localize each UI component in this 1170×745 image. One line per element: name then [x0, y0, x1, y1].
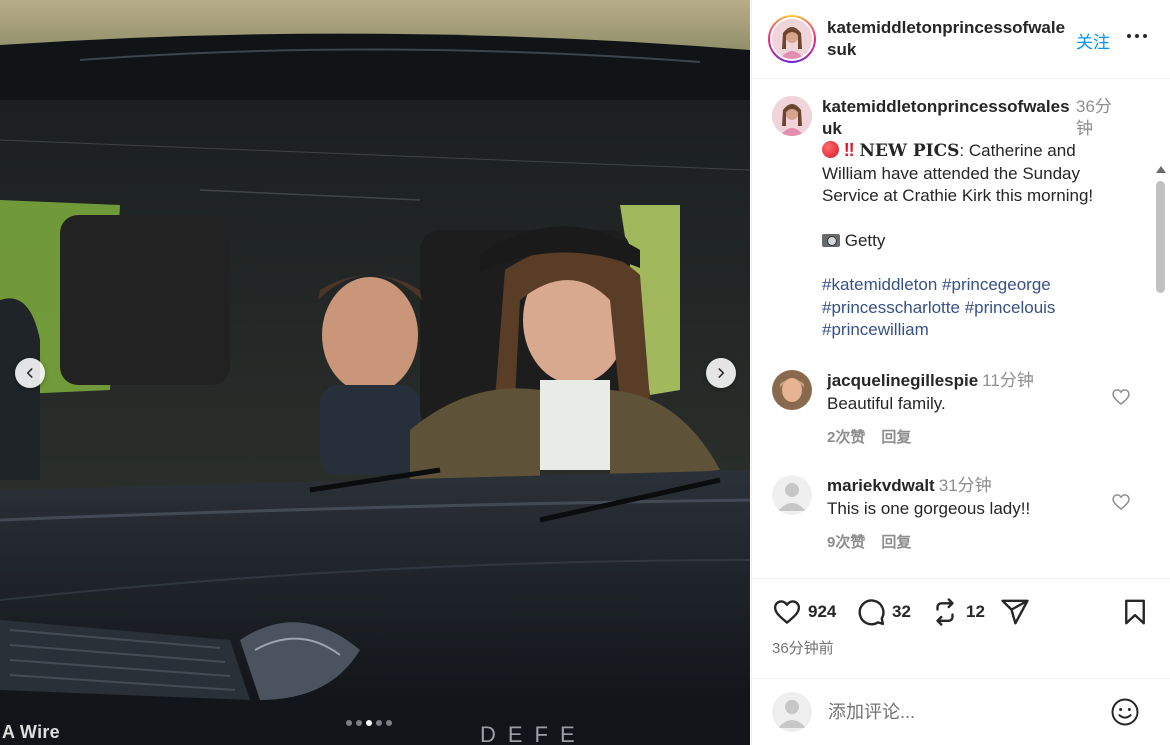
hashtag-link[interactable]: #princewilliam [822, 320, 929, 339]
comment-item: mariekvdwalt 31分钟 This is one gorgeous la… [752, 475, 1170, 575]
more-horizontal-icon[interactable] [1125, 24, 1149, 48]
commenter-username[interactable]: jacquelinegillespie [827, 371, 978, 390]
post-photo: DEFE [0, 0, 750, 745]
comment-reply-button[interactable]: 回复 [881, 426, 911, 447]
comment-input[interactable] [828, 697, 1098, 727]
comment-likes[interactable]: 9次赞 [827, 531, 865, 552]
comment-time: 31分钟 [938, 476, 992, 495]
post-header: katemiddletonprincessofwalesuk 关注 [752, 0, 1170, 79]
caption-photo-credit: Getty [844, 230, 886, 250]
heart-icon[interactable] [1111, 387, 1131, 407]
commenter-username[interactable]: mariekvdwalt [827, 476, 935, 495]
commenter-avatar[interactable] [772, 370, 812, 410]
comment-item: jacquelinegillespie 11分钟 Beautiful family… [752, 370, 1170, 470]
carousel-dot [356, 720, 362, 726]
heart-icon [773, 600, 801, 624]
comment-time: 11分钟 [982, 371, 1034, 390]
post-timestamp: 36分钟前 [772, 640, 834, 657]
author-avatar[interactable] [768, 15, 816, 63]
hashtag-link[interactable]: #princelouis [965, 298, 1056, 317]
comments-area[interactable]: katemiddletonprincessofwalesuk 36分钟 ‼ NE… [752, 80, 1170, 577]
post-media: DEFE A Wire [0, 0, 750, 745]
like-button[interactable]: 924 [772, 597, 836, 627]
hashtag-link[interactable]: #katemiddleton [822, 275, 937, 294]
double-exclamation-icon: ‼ [843, 140, 855, 160]
scroll-thumb[interactable] [1156, 181, 1165, 293]
camera-icon [822, 233, 840, 247]
carousel-dot [386, 720, 392, 726]
scroll-up-arrow-icon[interactable] [1156, 166, 1166, 173]
commenter-avatar[interactable] [772, 475, 812, 515]
caption-text: ‼ NEW PICS: Catherine and William have a… [822, 139, 1132, 342]
comment-likes[interactable]: 2次赞 [827, 426, 865, 447]
smiley-icon[interactable] [1110, 697, 1140, 727]
caption-headline-bold: NEW PICS [859, 141, 960, 161]
carousel-prev-button[interactable] [15, 358, 45, 388]
repost-icon [936, 598, 954, 626]
chevron-right-icon [718, 368, 725, 378]
comment-count: 32 [892, 602, 911, 621]
caption-author-photo [772, 96, 812, 136]
comments-scrollbar[interactable] [1153, 164, 1167, 577]
photo-credit: A Wire [2, 722, 60, 742]
caption-time: 36分钟 [1076, 97, 1112, 138]
carousel-next-button[interactable] [706, 358, 736, 388]
carousel-dot [366, 720, 372, 726]
current-user-avatar [772, 692, 812, 732]
author-photo [772, 19, 812, 59]
comment-button[interactable]: 32 [856, 597, 911, 627]
commenter-photo [772, 370, 812, 410]
red-circle-icon [822, 141, 839, 158]
chevron-left-icon [26, 368, 33, 378]
caption-avatar[interactable] [772, 96, 812, 136]
caption-hashtags: #katemiddleton #princegeorge #princessch… [822, 274, 1132, 342]
post-actions: 924 32 12 36分钟前 [752, 578, 1170, 678]
share-button[interactable] [1000, 597, 1030, 627]
follow-button[interactable]: 关注 [1076, 28, 1110, 53]
comment-bubble-icon [858, 599, 885, 626]
comment-text: Beautiful family. [827, 394, 946, 413]
hashtag-link[interactable]: #princegeorge [942, 275, 1051, 294]
repost-count: 12 [966, 602, 985, 621]
carousel-dot [376, 720, 382, 726]
bookmark-icon [1125, 599, 1145, 625]
hashtag-link[interactable]: #princesscharlotte [822, 298, 960, 317]
carousel-dot [346, 720, 352, 726]
heart-icon[interactable] [1111, 492, 1131, 512]
add-comment-bar [752, 678, 1170, 745]
repost-button[interactable]: 12 [930, 597, 985, 627]
caption-username[interactable]: katemiddletonprincessofwalesuk [822, 96, 1072, 140]
like-count: 924 [808, 602, 837, 621]
default-avatar-icon [772, 692, 812, 732]
comment-reply-button[interactable]: 回复 [881, 531, 911, 552]
svg-text:DEFE: DEFE [480, 722, 587, 745]
paper-plane-icon [1001, 599, 1029, 625]
save-button[interactable] [1120, 597, 1150, 627]
author-username[interactable]: katemiddletonprincessofwalesuk [827, 17, 1072, 61]
default-avatar-icon [772, 475, 812, 515]
comment-text: This is one gorgeous lady!! [827, 499, 1031, 518]
post-side-panel: katemiddletonprincessofwalesuk 关注 katemi… [751, 0, 1170, 745]
carousel-indicator [346, 720, 392, 726]
